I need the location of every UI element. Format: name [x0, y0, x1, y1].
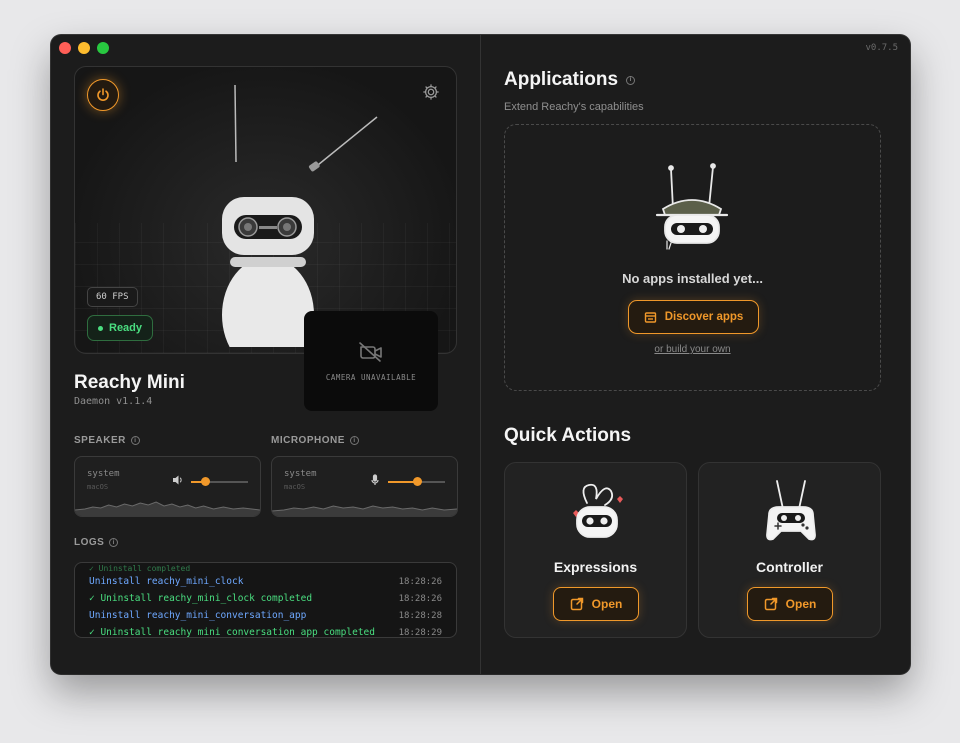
no-apps-text: No apps installed yet...: [622, 271, 763, 286]
log-text: ✓ Uninstall reachy_mini_clock completed: [89, 593, 313, 604]
store-icon: [644, 311, 656, 323]
log-row: ✓ Uninstall reachy_mini_conversation_app…: [89, 624, 442, 638]
log-text: Uninstall reachy_mini_conversation_app: [89, 610, 307, 621]
discover-apps-label: Discover apps: [664, 311, 744, 323]
applications-info-icon[interactable]: i: [626, 75, 636, 85]
build-your-own-link[interactable]: or build your own: [505, 344, 880, 355]
log-row: Uninstall reachy_mini_conversation_app 1…: [89, 607, 442, 624]
speaker-volume-knob[interactable]: [201, 477, 211, 486]
controller-open-label: Open: [785, 597, 817, 611]
status-text: Ready: [109, 322, 143, 334]
gear-icon[interactable]: [422, 83, 440, 101]
expressions-robot-illustration: [572, 483, 623, 538]
microphone-device: system: [284, 469, 317, 479]
status-dot-icon: [98, 325, 103, 331]
log-row: ✓ Uninstall reachy_mini_clock completed …: [89, 590, 442, 607]
speaker-waveform: [75, 501, 260, 516]
minimize-window-button[interactable]: [78, 42, 90, 54]
speaker-device-sub: macOS: [87, 483, 109, 491]
external-link-icon: [570, 597, 583, 611]
camera-status-text: CAMERA UNAVAILABLE: [325, 372, 417, 382]
log-row-partial: ✓ Uninstall completed: [89, 563, 442, 573]
controller-label: Controller: [756, 559, 823, 575]
log-partial-text: ✓ Uninstall completed: [89, 564, 191, 573]
expressions-card: Expressions Open: [504, 462, 687, 638]
applications-subtitle: Extend Reachy's capabilities: [504, 101, 644, 113]
microphone-header: MICROPHONE i: [271, 435, 359, 446]
speaker-label: SPEAKER: [74, 435, 126, 446]
speaker-card: system macOS: [74, 456, 261, 517]
power-button[interactable]: [87, 79, 119, 111]
expressions-open-label: Open: [591, 597, 623, 611]
external-link-icon: [764, 597, 777, 611]
app-version: v0.7.5: [865, 43, 898, 53]
camera-preview: CAMERA UNAVAILABLE: [304, 311, 438, 411]
log-row: Uninstall reachy_mini_clock 18:28:26: [89, 573, 442, 590]
microphone-label: MICROPHONE: [271, 435, 345, 446]
microphone-volume-slider[interactable]: [388, 477, 445, 486]
column-divider: [480, 35, 481, 674]
explorer-robot-illustration: [655, 163, 729, 250]
expressions-label: Expressions: [553, 559, 638, 575]
daemon-version: Daemon v1.1.4: [74, 396, 153, 407]
applications-title: Applications: [504, 69, 619, 90]
log-time: 18:28:26: [398, 576, 442, 587]
speaker-volume-icon[interactable]: [172, 474, 184, 486]
camera-off-icon: [359, 341, 382, 362]
speaker-volume-slider[interactable]: [191, 477, 248, 486]
applications-empty-state: No apps installed yet... Discover apps o…: [504, 124, 881, 391]
zoom-window-button[interactable]: [97, 42, 109, 54]
power-icon: [97, 88, 109, 101]
speaker-device: system: [87, 469, 120, 479]
microphone-waveform: [272, 505, 457, 516]
close-window-button[interactable]: [59, 42, 71, 54]
logs-header: LOGS i: [74, 537, 119, 548]
speaker-header: SPEAKER i: [74, 435, 140, 446]
discover-apps-button[interactable]: Discover apps: [628, 300, 759, 334]
microphone-info-icon[interactable]: i: [349, 436, 359, 445]
robot-model: [222, 84, 378, 347]
logs-label: LOGS: [74, 537, 105, 548]
controller-open-button[interactable]: Open: [747, 587, 833, 621]
window-controls: [59, 42, 109, 54]
expressions-open-button[interactable]: Open: [553, 587, 639, 621]
logs-info-icon[interactable]: i: [109, 538, 119, 547]
app-window: v0.7.5 60 FPS Ready CAMERA UNAVAILABLE R…: [51, 35, 910, 674]
logs-panel[interactable]: ✓ Uninstall completed Uninstall reachy_m…: [74, 562, 457, 638]
controller-robot-illustration: [765, 480, 816, 541]
status-badge: Ready: [87, 315, 154, 341]
log-text: ✓ Uninstall reachy_mini_conversation_app…: [89, 627, 375, 638]
quick-actions-title: Quick Actions: [504, 425, 632, 446]
microphone-icon[interactable]: [369, 474, 381, 486]
microphone-card: system macOS: [271, 456, 458, 517]
log-time: 18:28:28: [398, 610, 442, 621]
applications-title-row: Applications i: [504, 69, 636, 91]
log-time: 18:28:26: [398, 593, 442, 604]
fps-badge: 60 FPS: [87, 287, 138, 307]
controller-card: Controller Open: [698, 462, 881, 638]
microphone-volume-knob[interactable]: [412, 477, 422, 486]
log-time: 18:28:29: [398, 627, 442, 638]
log-text: Uninstall reachy_mini_clock: [89, 576, 244, 587]
speaker-info-icon[interactable]: i: [130, 436, 140, 445]
robot-name: Reachy Mini: [74, 372, 185, 393]
microphone-device-sub: macOS: [284, 483, 306, 491]
